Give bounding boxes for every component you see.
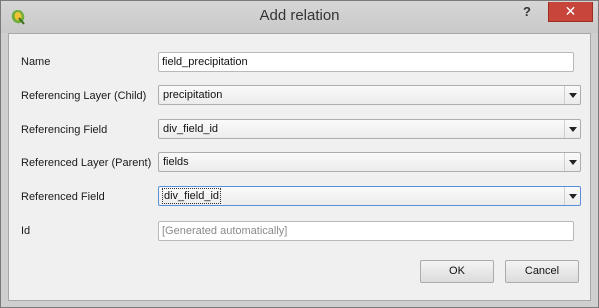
referencing-layer-label: Referencing Layer (Child) [21, 90, 147, 102]
chevron-down-icon [569, 194, 577, 199]
referencing-layer-value: precipitation [163, 89, 223, 101]
referencing-layer-combo[interactable]: precipitation [158, 85, 581, 105]
referenced-field-dropdown-button[interactable] [564, 187, 580, 205]
add-relation-dialog: Add relation ? ✕ Name field_precipitatio… [0, 0, 599, 308]
referencing-layer-dropdown-button[interactable] [564, 86, 580, 104]
id-label: Id [21, 225, 31, 237]
referencing-field-combo[interactable]: div_field_id [158, 119, 581, 139]
chevron-down-icon [569, 160, 577, 165]
referencing-field-label: Referencing Field [21, 124, 108, 136]
referenced-field-combo[interactable]: div_field_id [158, 186, 581, 206]
referenced-layer-label: Referenced Layer (Parent) [21, 157, 152, 169]
name-label: Name [21, 56, 51, 68]
cancel-button[interactable]: Cancel [505, 260, 579, 283]
referencing-field-dropdown-button[interactable] [564, 120, 580, 138]
chevron-down-icon [569, 127, 577, 132]
name-field[interactable]: field_precipitation [158, 52, 574, 72]
referenced-layer-value: fields [163, 156, 189, 168]
dialog-body: Name field_precipitation Referencing Lay… [8, 33, 591, 301]
help-button[interactable]: ? [519, 4, 535, 20]
referencing-field-value: div_field_id [163, 123, 219, 135]
id-field[interactable]: [Generated automatically] [158, 221, 574, 241]
title-bar[interactable]: Add relation ? ✕ [1, 1, 598, 33]
window-title: Add relation [259, 7, 340, 24]
chevron-down-icon [569, 93, 577, 98]
referenced-field-label: Referenced Field [21, 191, 105, 203]
referenced-layer-combo[interactable]: fields [158, 152, 581, 172]
close-button[interactable]: ✕ [548, 2, 593, 22]
referenced-layer-dropdown-button[interactable] [564, 153, 580, 171]
ok-button[interactable]: OK [420, 260, 494, 283]
referenced-field-value: div_field_id [162, 188, 222, 204]
